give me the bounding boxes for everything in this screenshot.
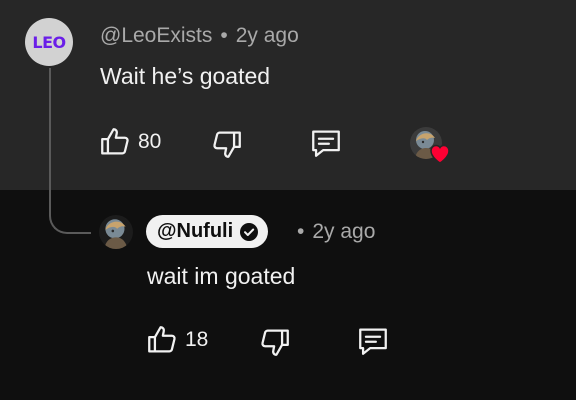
reply-author-avatar[interactable] [99,215,133,249]
reply-avatar-image [99,215,133,249]
comment-reply-icon [359,328,387,355]
heart-icon [430,144,450,164]
comment-meta: @LeoExists • 2y ago [100,24,299,48]
comment-time[interactable]: 2y ago [236,24,299,48]
comment-text: Wait he’s goated [100,63,271,89]
meta-separator: • [220,24,228,47]
avatar-text: LEO [32,32,66,52]
verified-check-icon [240,222,259,241]
channel-owner-badge[interactable]: @Nufuli [146,215,269,248]
comment-author[interactable]: @LeoExists [100,24,212,48]
reply-like-count: 18 [185,328,209,351]
thumbs-down-icon [213,131,241,158]
thumbs-down-icon [261,329,289,356]
reply-author: @Nufuli [157,220,234,242]
reply-button[interactable] [309,126,343,160]
meta-separator: • [297,220,305,243]
reply-reply-button[interactable] [356,324,390,358]
commenter-avatar[interactable]: LEO [25,18,73,66]
thumbs-up-icon [101,128,129,155]
reply-dislike-button[interactable] [258,325,292,359]
dislike-button[interactable] [210,127,244,161]
reply-thread-line [49,68,91,234]
reply-time[interactable]: 2y ago [312,220,375,244]
reply-text: wait im goated [147,263,296,289]
reply-meta: • 2y ago [297,220,375,244]
thumbs-up-icon [148,326,176,353]
reply-like-button[interactable]: 18 [145,323,208,357]
like-button[interactable]: 80 [98,125,161,159]
like-count: 80 [138,130,162,153]
comment-reply-icon [312,130,340,157]
